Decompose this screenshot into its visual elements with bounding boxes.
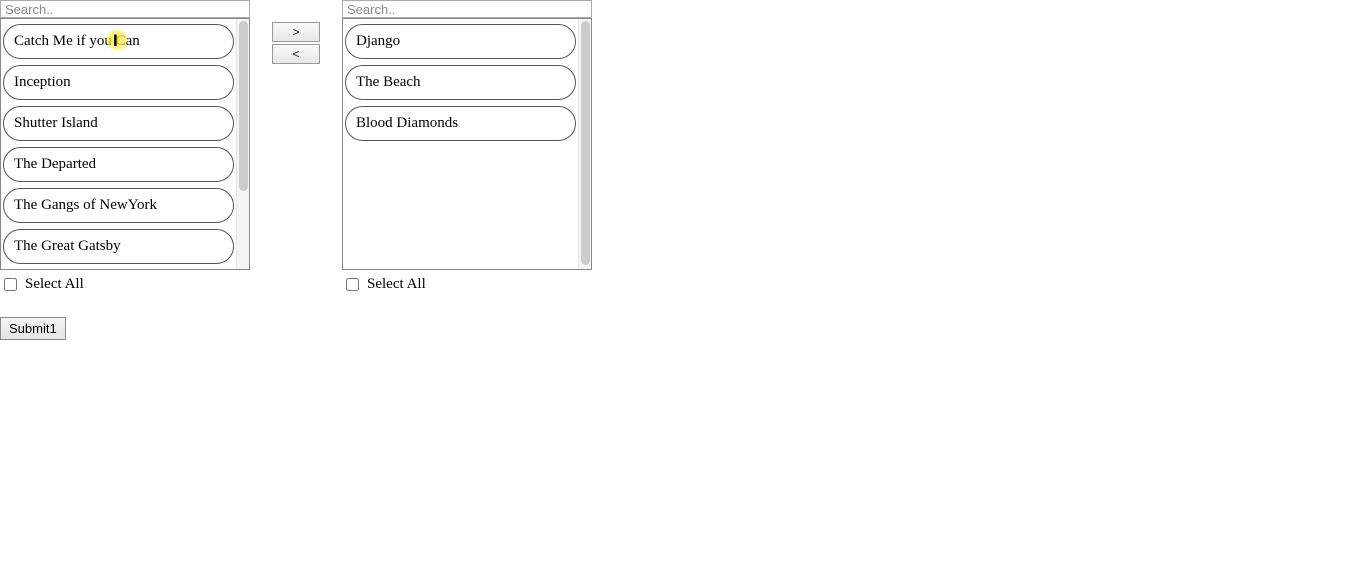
list-item-label: Blood Diamonds	[356, 115, 458, 131]
list-item[interactable]: The Gangs of NewYork	[3, 188, 234, 223]
right-list: Django The Beach Blood Diamonds	[343, 19, 578, 269]
list-item[interactable]: The Beach	[345, 65, 576, 100]
left-panel: Catch Me if you Can I Inception Shutter …	[0, 0, 250, 340]
right-select-all-label: Select All	[367, 276, 426, 293]
list-item[interactable]: Django	[345, 24, 576, 59]
list-item-label: Django	[356, 33, 400, 49]
left-search-input[interactable]	[0, 0, 250, 18]
right-select-all-row: Select All	[342, 270, 592, 299]
submit-button[interactable]: Submit1	[0, 317, 66, 340]
list-item-label: Shutter Island	[14, 115, 98, 131]
left-select-all-row: Select All	[0, 270, 250, 299]
right-scrollbar[interactable]	[578, 19, 591, 269]
left-select-all-checkbox[interactable]	[4, 278, 17, 291]
left-select-all-label: Select All	[25, 276, 84, 293]
list-item[interactable]: Blood Diamonds	[345, 106, 576, 141]
left-scrollbar-thumb[interactable]	[239, 21, 248, 191]
right-scrollbar-thumb[interactable]	[581, 21, 590, 265]
list-item[interactable]: Catch Me if you Can I	[3, 24, 234, 59]
list-item-label: The Gangs of NewYork	[14, 197, 157, 213]
right-list-wrapper: Django The Beach Blood Diamonds	[342, 18, 592, 270]
list-item-label: The Beach	[356, 74, 421, 90]
left-scrollbar[interactable]	[236, 19, 249, 269]
left-list-wrapper: Catch Me if you Can I Inception Shutter …	[0, 18, 250, 270]
right-search-input[interactable]	[342, 0, 592, 18]
list-item[interactable]: The Departed	[3, 147, 234, 182]
right-panel: Django The Beach Blood Diamonds Select A…	[342, 0, 592, 299]
list-item[interactable]: Shutter Island	[3, 106, 234, 141]
list-item-label: The Departed	[14, 156, 96, 172]
left-list: Catch Me if you Can I Inception Shutter …	[1, 19, 236, 269]
list-item-label: The Great Gatsby	[14, 238, 121, 254]
right-select-all-checkbox[interactable]	[346, 278, 359, 291]
list-item[interactable]: The Great Gatsby	[3, 229, 234, 264]
transfer-buttons: > <	[272, 22, 320, 64]
move-left-button[interactable]: <	[272, 44, 320, 64]
list-item-label: Catch Me if you Can	[14, 33, 140, 49]
list-item-label: Inception	[14, 74, 71, 90]
move-right-button[interactable]: >	[272, 22, 320, 42]
list-item[interactable]: Inception	[3, 65, 234, 100]
